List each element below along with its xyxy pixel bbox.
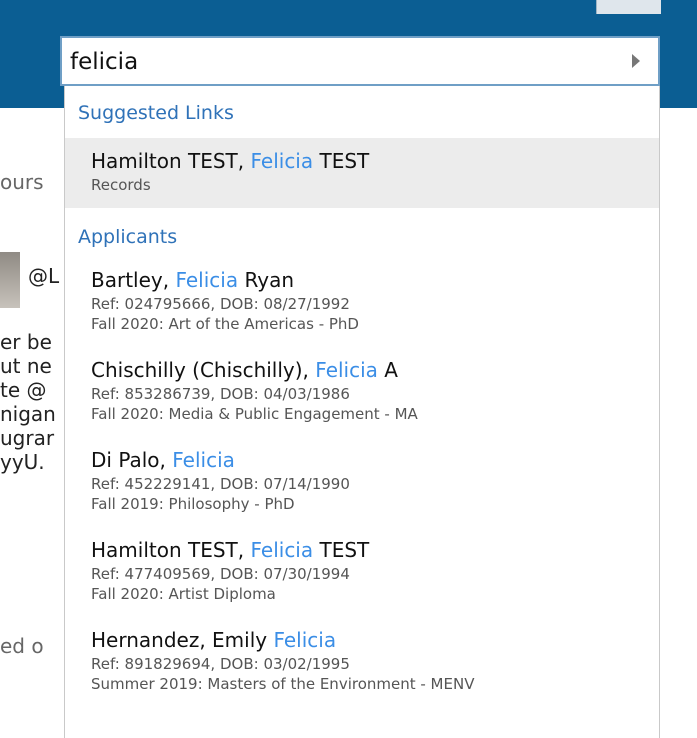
background-text: ours [0,170,44,194]
background-text: te @ [0,378,47,402]
background-text: ugrar [0,426,55,450]
applicant-list-item[interactable]: Bartley, Felicia Ryan Ref: 024795666, DO… [65,262,659,352]
background-avatar-thumbnail [0,252,20,308]
triangle-right-icon[interactable] [632,54,640,68]
applicant-name: Hernandez, Emily Felicia [91,628,337,652]
applicant-name: Chischilly (Chischilly), Felicia A [91,358,398,382]
applicant-list-item[interactable]: Hamilton TEST, Felicia TEST Ref: 4774095… [65,532,659,622]
result-name: Hamilton TEST, Felicia TEST [91,149,370,173]
applicant-program: Fall 2020: Media & Public Engagement - M… [91,405,418,423]
applicant-list-item[interactable]: Di Palo, Felicia Ref: 452229141, DOB: 07… [65,442,659,532]
applicant-name: Hamilton TEST, Felicia TEST [91,538,370,562]
applicant-program: Fall 2020: Art of the Americas - PhD [91,315,359,333]
applicant-ref: Ref: 853286739, DOB: 04/03/1986 [91,385,350,403]
applicant-name: Di Palo, Felicia [91,448,235,472]
header-corner-element [596,0,661,14]
applicant-program: Summer 2019: Masters of the Environment … [91,675,475,693]
background-text: yyU. [0,450,45,474]
applicant-name: Bartley, Felicia Ryan [91,268,295,292]
applicant-program: Fall 2019: Philosophy - PhD [91,495,295,513]
background-text: ed o [0,634,44,658]
background-text: @L [28,264,60,288]
applicant-ref: Ref: 477409569, DOB: 07/30/1994 [91,565,350,583]
background-text: nigan [0,402,56,426]
suggested-link-item[interactable]: Hamilton TEST, Felicia TEST Records [65,138,659,208]
background-text: er be [0,330,52,354]
applicant-program: Fall 2020: Artist Diploma [91,585,276,603]
applicant-ref: Ref: 891829694, DOB: 03/02/1995 [91,655,350,673]
search-input[interactable] [70,46,610,78]
background-page-content: ours @L er be ut ne te @ nigan ugrar yyU… [0,108,70,738]
result-subtitle: Records [91,176,151,194]
applicant-list-item[interactable]: Chischilly (Chischilly), Felicia A Ref: … [65,352,659,442]
applicant-list-item[interactable]: Hernandez, Emily Felicia Ref: 891829694,… [65,622,659,712]
background-text: ut ne [0,354,52,378]
search-suggestions-dropdown: Suggested Links Hamilton TEST, Felicia T… [64,86,660,738]
section-header-suggested-links: Suggested Links [78,102,234,124]
section-header-applicants: Applicants [78,226,178,248]
applicant-ref: Ref: 452229141, DOB: 07/14/1990 [91,475,350,493]
search-box [60,36,660,86]
applicant-ref: Ref: 024795666, DOB: 08/27/1992 [91,295,350,313]
